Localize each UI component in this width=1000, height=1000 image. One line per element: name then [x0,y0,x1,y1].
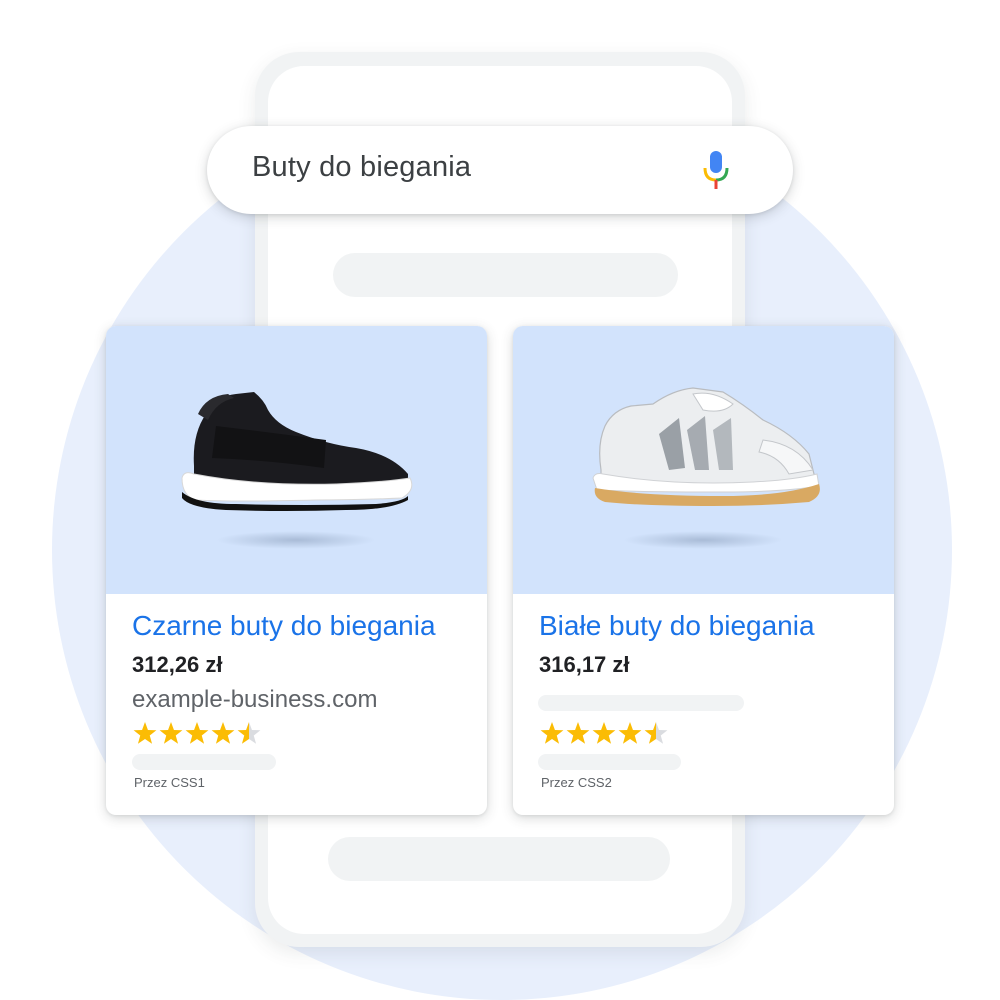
star-icon [211,722,235,744]
comparison-service-label: Przez CSS1 [134,775,205,790]
product-domain: example-business.com [132,686,378,713]
product-card-2[interactable]: Białe buty do biegania 316,17 zł Przez C… [513,326,894,815]
search-bar[interactable]: Buty do biegania [207,126,793,214]
placeholder-line [132,754,276,770]
comparison-service-label: Przez CSS2 [541,775,612,790]
shoe-shadow [216,531,376,549]
star-rating [540,722,668,744]
search-query[interactable]: Buty do biegania [252,151,471,184]
placeholder-line [538,695,744,711]
product-title[interactable]: Białe buty do biegania [539,610,815,642]
star-icon [540,722,564,744]
product-price: 312,26 zł [132,652,223,677]
product-price: 316,17 zł [539,652,630,677]
star-icon [237,722,261,744]
product-image-1[interactable] [106,326,487,594]
illustration-stage: Buty do biegania Czarne buty do biegania… [0,0,1000,1000]
product-card-1[interactable]: Czarne buty do biegania 312,26 zł exampl… [106,326,487,815]
microphone-icon[interactable] [701,150,731,190]
star-icon [618,722,642,744]
star-icon [185,722,209,744]
product-image-2[interactable] [513,326,894,594]
star-icon [592,722,616,744]
white-running-shoe-image [592,387,820,506]
star-icon [644,722,668,744]
star-icon [133,722,157,744]
black-running-shoe-image [181,392,413,511]
star-icon [159,722,183,744]
shoe-shadow [623,531,783,549]
star-rating [133,722,261,744]
placeholder-bar-top [333,253,678,297]
product-title[interactable]: Czarne buty do biegania [132,610,436,642]
star-icon [566,722,590,744]
placeholder-line [538,754,681,770]
placeholder-bar-bottom [328,837,670,881]
